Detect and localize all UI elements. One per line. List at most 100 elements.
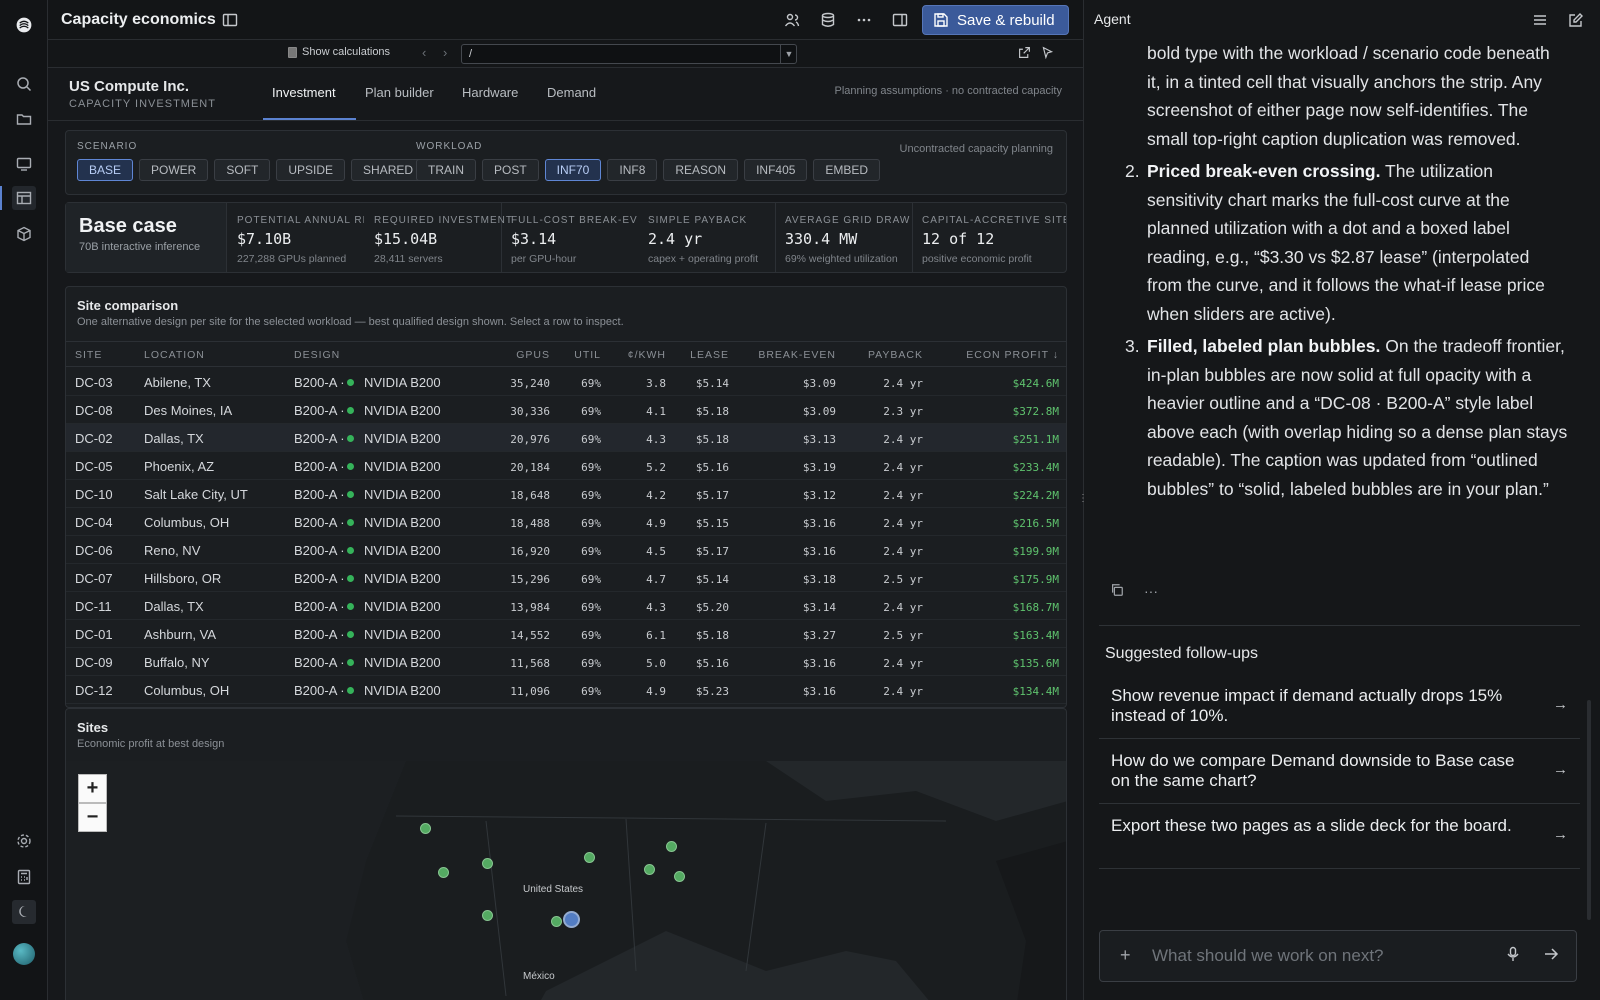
send-icon[interactable] xyxy=(1543,946,1559,965)
show-calculations-checkbox[interactable] xyxy=(288,46,297,58)
table-row[interactable]: DC-02 Dallas, TX B200-A · NVIDIA B200 20,976… xyxy=(66,424,1066,452)
monitor-icon[interactable] xyxy=(12,152,36,176)
site-marker-dc-03[interactable] xyxy=(551,916,562,927)
formula-input[interactable]: / xyxy=(461,44,797,64)
cell-gpus: 30,336 xyxy=(510,405,550,418)
workload-chip-reason[interactable]: REASON xyxy=(663,159,739,181)
table-row[interactable]: DC-11 Dallas, TX B200-A · NVIDIA B200 13,984… xyxy=(66,592,1066,620)
scenario-workload-selector: SCENARIO BASE POWER SOFT UPSIDE SHARED W… xyxy=(65,130,1067,195)
show-calculations-toggle[interactable]: Show calculations xyxy=(288,46,390,58)
tab-plan-builder[interactable]: Plan builder xyxy=(365,85,434,100)
chat-composer: + xyxy=(1099,930,1577,982)
agent-panel: Agent bold type with the workload / scen… xyxy=(1084,0,1600,1000)
folder-icon[interactable] xyxy=(12,107,36,131)
sites-map[interactable]: + − United States México xyxy=(66,761,1066,1000)
table-row[interactable]: DC-10 Salt Lake City, UT B200-A · NVIDIA B2… xyxy=(66,480,1066,508)
avatar[interactable] xyxy=(13,943,35,965)
chevron-left-icon[interactable]: ‹ xyxy=(422,45,426,60)
more-icon[interactable] xyxy=(854,10,874,30)
cube-icon[interactable] xyxy=(12,222,36,246)
table-row[interactable]: DC-12 Columbus, OH B200-A · NVIDIA B200 11,0… xyxy=(66,676,1066,704)
cell-lease: $5.14 xyxy=(695,377,729,390)
search-icon[interactable] xyxy=(12,72,36,96)
app-root: Capacity economics Save & rebuild Show c… xyxy=(0,0,1600,1000)
agent-scrollbar[interactable] xyxy=(1587,700,1591,920)
copy-icon[interactable] xyxy=(1110,583,1124,600)
formula-dropdown-chevron-icon[interactable]: ▼ xyxy=(780,44,797,64)
kpi-sub: per GPU-hour xyxy=(511,253,577,265)
microphone-icon[interactable] xyxy=(1505,946,1521,965)
col-util[interactable]: UTIL xyxy=(574,349,601,361)
col-location[interactable]: LOCATION xyxy=(144,349,205,361)
scenario-chip-base[interactable]: BASE xyxy=(77,159,134,181)
site-marker-dc-02[interactable] xyxy=(563,911,580,928)
new-chat-icon[interactable] xyxy=(1566,10,1586,30)
col-site[interactable]: SITE xyxy=(75,349,102,361)
cell-site: DC-09 xyxy=(75,655,113,670)
site-marker-dc-04[interactable] xyxy=(644,864,655,875)
chevron-right-icon[interactable]: › xyxy=(443,45,447,60)
site-marker-dc-06[interactable] xyxy=(438,867,449,878)
settings-icon[interactable] xyxy=(12,829,36,853)
site-marker-dc-09[interactable] xyxy=(666,841,677,852)
site-marker-dc-05[interactable] xyxy=(482,910,493,921)
site-marker-dc-07[interactable] xyxy=(420,823,431,834)
table-row[interactable]: DC-06 Reno, NV B200-A · NVIDIA B200 16,920 69… xyxy=(66,536,1066,564)
col-design[interactable]: DESIGN xyxy=(294,349,340,361)
workload-chip-inf70[interactable]: INF70 xyxy=(544,159,602,181)
followup-item[interactable]: Show revenue impact if demand actually d… xyxy=(1099,674,1580,739)
moon-icon[interactable] xyxy=(12,900,36,924)
sidebar-toggle-icon[interactable] xyxy=(220,10,240,30)
main-panel: US Compute Inc. CAPACITY INVESTMENT Inve… xyxy=(48,68,1083,1000)
col-ckwh[interactable]: ¢/KWH xyxy=(628,349,666,361)
table-icon[interactable] xyxy=(12,186,36,210)
scenario-chip-power[interactable]: POWER xyxy=(139,159,209,181)
table-row[interactable]: DC-05 Phoenix, AZ B200-A · NVIDIA B200 20,18… xyxy=(66,452,1066,480)
database-icon[interactable] xyxy=(818,10,838,30)
menu-icon[interactable] xyxy=(1530,10,1550,30)
calculator-icon[interactable] xyxy=(12,865,36,889)
site-marker-dc-08[interactable] xyxy=(584,852,595,863)
table-row[interactable]: DC-08 Des Moines, IA B200-A · NVIDIA B200 30… xyxy=(66,396,1066,424)
workload-chip-inf8[interactable]: INF8 xyxy=(607,159,658,181)
col-payback[interactable]: PAYBACK xyxy=(868,349,923,361)
logo-icon[interactable] xyxy=(11,12,37,38)
tab-demand[interactable]: Demand xyxy=(547,85,596,100)
col-gpus[interactable]: GPUS xyxy=(516,349,550,361)
scenario-chip-upside[interactable]: UPSIDE xyxy=(276,159,346,181)
panel-right-icon[interactable] xyxy=(890,10,910,30)
site-marker-dc-10[interactable] xyxy=(482,858,493,869)
table-row[interactable]: DC-01 Ashburn, VA B200-A · NVIDIA B200 14,55… xyxy=(66,620,1066,648)
external-link-icon[interactable] xyxy=(1018,46,1031,62)
scenario-chip-soft[interactable]: SOFT xyxy=(214,159,271,181)
col-lease[interactable]: LEASE xyxy=(690,349,729,361)
kpi-sub: 69% weighted utilization xyxy=(785,253,898,265)
scenario-chip-shared[interactable]: SHARED xyxy=(351,159,426,181)
tab-hardware[interactable]: Hardware xyxy=(462,85,518,100)
zoom-in-button[interactable]: + xyxy=(78,774,107,803)
followup-item[interactable]: Export these two pages as a slide deck f… xyxy=(1099,804,1580,869)
zoom-out-button[interactable]: − xyxy=(78,803,107,832)
agent-title: Agent xyxy=(1094,11,1131,27)
users-icon[interactable] xyxy=(782,10,802,30)
plus-icon[interactable]: + xyxy=(1120,945,1131,966)
message-more-button[interactable]: ··· xyxy=(1144,583,1158,600)
chat-input[interactable] xyxy=(1152,946,1482,966)
workload-chip-train[interactable]: TRAIN xyxy=(416,159,476,181)
table-row[interactable]: DC-07 Hillsboro, OR B200-A · NVIDIA B200 15,… xyxy=(66,564,1066,592)
workload-chip-embed[interactable]: EMBED xyxy=(813,159,881,181)
col-econ-profit[interactable]: ECON PROFIT ↓ xyxy=(966,349,1059,361)
table-row[interactable]: DC-04 Columbus, OH B200-A · NVIDIA B200 18,4… xyxy=(66,508,1066,536)
followup-item[interactable]: How do we compare Demand downside to Bas… xyxy=(1099,739,1580,804)
table-row[interactable]: DC-03 Abilene, TX B200-A · NVIDIA B200 35,24… xyxy=(66,368,1066,396)
workload-chip-post[interactable]: POST xyxy=(482,159,539,181)
tab-investment[interactable]: Investment xyxy=(272,85,336,100)
table-row[interactable]: DC-09 Buffalo, NY B200-A · NVIDIA B200 11,56… xyxy=(66,648,1066,676)
kpi-label: REQUIRED INVESTMENT xyxy=(374,215,514,226)
save-rebuild-button[interactable]: Save & rebuild xyxy=(922,5,1069,35)
cursor-icon[interactable] xyxy=(1041,46,1054,62)
workload-chip-inf405[interactable]: INF405 xyxy=(744,159,808,181)
col-breakeven[interactable]: BREAK-EVEN xyxy=(758,349,836,361)
site-marker-dc-01[interactable] xyxy=(674,871,685,882)
cell-site: DC-08 xyxy=(75,403,113,418)
